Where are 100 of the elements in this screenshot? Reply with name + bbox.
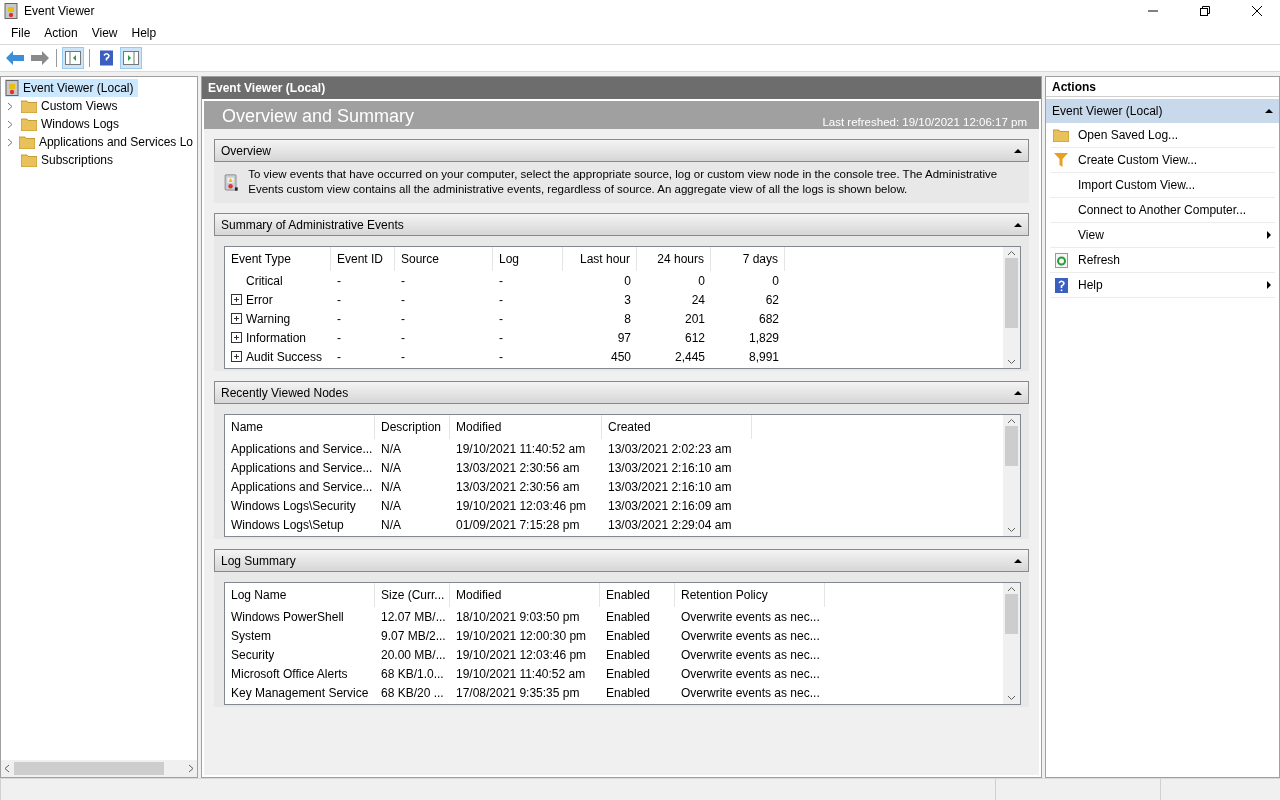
action-group-title: Event Viewer (Local): [1052, 104, 1163, 118]
action-group-header[interactable]: Event Viewer (Local): [1046, 99, 1279, 123]
table-cell-text: 68 KB/20 ...: [380, 685, 445, 700]
submenu-arrow-icon[interactable]: [1265, 231, 1273, 239]
collapse-icon[interactable]: [1014, 556, 1022, 565]
task-link[interactable]: Import Custom View...: [1050, 173, 1275, 198]
close-icon: [1252, 6, 1262, 16]
menu-item[interactable]: Help: [124, 24, 164, 42]
column-header[interactable]: Event Type: [225, 247, 331, 271]
table-cell-text: Enabled: [605, 609, 652, 624]
expand-icon[interactable]: [231, 294, 242, 305]
column-header[interactable]: Event ID: [331, 247, 395, 271]
expand-icon[interactable]: [231, 332, 242, 343]
table-cell-text: Security: [230, 647, 276, 662]
table-cell-text: 24: [690, 292, 706, 307]
table-cell-text: Enabled: [605, 685, 652, 700]
expand-icon[interactable]: [231, 351, 242, 362]
table-cell-text: 2,445: [673, 349, 706, 364]
table-cell-text: -: [498, 292, 504, 307]
column-header[interactable]: Description: [375, 415, 450, 439]
collapse-icon[interactable]: [1014, 388, 1022, 397]
section-header[interactable]: Overview: [214, 139, 1029, 162]
table-cell-text: -: [336, 330, 342, 345]
table-cell-text: Overwrite events as nec...: [680, 647, 821, 662]
table-cell-text: 682: [757, 311, 780, 326]
table-cell-text: Windows Logs\Security: [230, 498, 357, 513]
section-header[interactable]: Recently Viewed Nodes: [214, 381, 1029, 404]
section-header[interactable]: Log Summary: [214, 549, 1029, 572]
column-header[interactable]: Created: [602, 415, 752, 439]
window-title: Event Viewer: [24, 4, 96, 18]
horizontal-scrollbar[interactable]: [1, 760, 197, 777]
submenu-arrow-icon[interactable]: [1265, 281, 1273, 289]
table-cell-text: 13/03/2021 2:16:10 am: [607, 460, 733, 475]
task-link[interactable]: View: [1050, 223, 1275, 248]
tree-item[interactable]: Windows Logs: [21, 115, 124, 133]
table-cell-text: -: [498, 273, 504, 288]
column-header[interactable]: Enabled: [600, 583, 675, 607]
column-header[interactable]: Log: [493, 247, 563, 271]
section-header[interactable]: Summary of Administrative Events: [214, 213, 1029, 236]
tree-item[interactable]: Event Viewer (Local): [5, 79, 138, 97]
section-title: Overview: [221, 143, 271, 158]
table-cell-text: 13/03/2021 2:30:56 am: [455, 479, 581, 494]
table-cell-text: N/A: [380, 517, 402, 532]
collapse-icon[interactable]: [1014, 146, 1022, 155]
event-type-text: Audit Success: [246, 349, 323, 364]
table-cell-text: 97: [616, 330, 632, 345]
show-hide-tree-button[interactable]: [62, 47, 84, 69]
table-cell-text: -: [400, 330, 406, 345]
column-header[interactable]: Last hour: [563, 247, 637, 271]
help-icon: [1054, 277, 1068, 293]
folder-log-icon: [21, 117, 37, 131]
table-cell-text: 13/03/2021 2:16:09 am: [607, 498, 733, 513]
table-cell-text: Enabled: [605, 666, 652, 681]
table-cell-text: Enabled: [605, 628, 652, 643]
column-header[interactable]: 7 days: [711, 247, 785, 271]
collapse-icon[interactable]: [1265, 107, 1273, 115]
table-cell-text: 19/10/2021 11:40:52 am: [455, 441, 587, 456]
tree-item[interactable]: Applications and Services Lo: [18, 133, 197, 151]
tree-item[interactable]: Custom Views: [21, 97, 122, 115]
column-header[interactable]: Log Name: [225, 583, 375, 607]
table-cell-text: Key Management Service: [230, 685, 370, 700]
column-header[interactable]: Modified: [450, 415, 602, 439]
table-cell-text: 13/03/2021 2:16:10 am: [607, 479, 733, 494]
table-cell-text: -: [336, 292, 342, 307]
column-header[interactable]: Size (Curr...: [375, 583, 450, 607]
column-header[interactable]: Retention Policy: [675, 583, 825, 607]
table-cell-text: 3: [623, 292, 632, 307]
table-cell-text: -: [400, 349, 406, 364]
expand-icon[interactable]: [231, 313, 242, 324]
table-cell-text: 19/10/2021 12:03:46 pm: [455, 647, 588, 662]
task-link[interactable]: Help: [1050, 273, 1275, 298]
task-link[interactable]: Open Saved Log...: [1050, 123, 1275, 148]
section-title: Recently Viewed Nodes: [221, 385, 349, 400]
task-link[interactable]: Connect to Another Computer...: [1050, 198, 1275, 223]
table-cell-text: 17/08/2021 9:35:35 pm: [455, 685, 581, 700]
column-header[interactable]: Source: [395, 247, 493, 271]
table-cell-text: Enabled: [605, 647, 652, 662]
vertical-scrollbar[interactable]: [1003, 583, 1020, 704]
tree-item[interactable]: Subscriptions: [21, 151, 118, 169]
table-cell-text: 12.07 MB/...: [380, 609, 447, 624]
menu-item[interactable]: Action: [37, 24, 85, 42]
vertical-scrollbar[interactable]: [1003, 247, 1020, 368]
collapse-icon[interactable]: [1014, 220, 1022, 229]
table-cell-text: -: [336, 311, 342, 326]
menu-item[interactable]: View: [84, 24, 125, 42]
column-header[interactable]: 24 hours: [637, 247, 711, 271]
vertical-scrollbar[interactable]: [1003, 415, 1020, 536]
task-link[interactable]: Create Custom View...: [1050, 148, 1275, 173]
open-folder-icon: [1053, 128, 1069, 142]
column-header[interactable]: Modified: [450, 583, 600, 607]
table-cell-text: 201: [683, 311, 706, 326]
table-cell-text: Windows PowerShell: [230, 609, 345, 624]
menu-item[interactable]: File: [4, 24, 38, 42]
table-cell-text: System: [230, 628, 272, 643]
task-link[interactable]: Refresh: [1050, 248, 1275, 273]
show-hide-action-pane-button[interactable]: [120, 47, 142, 69]
section-title: Summary of Administrative Events: [221, 217, 404, 232]
column-header[interactable]: Name: [225, 415, 375, 439]
table-cell-text: Overwrite events as nec...: [680, 666, 821, 681]
table-cell-text: Microsoft Office Alerts: [230, 666, 349, 681]
